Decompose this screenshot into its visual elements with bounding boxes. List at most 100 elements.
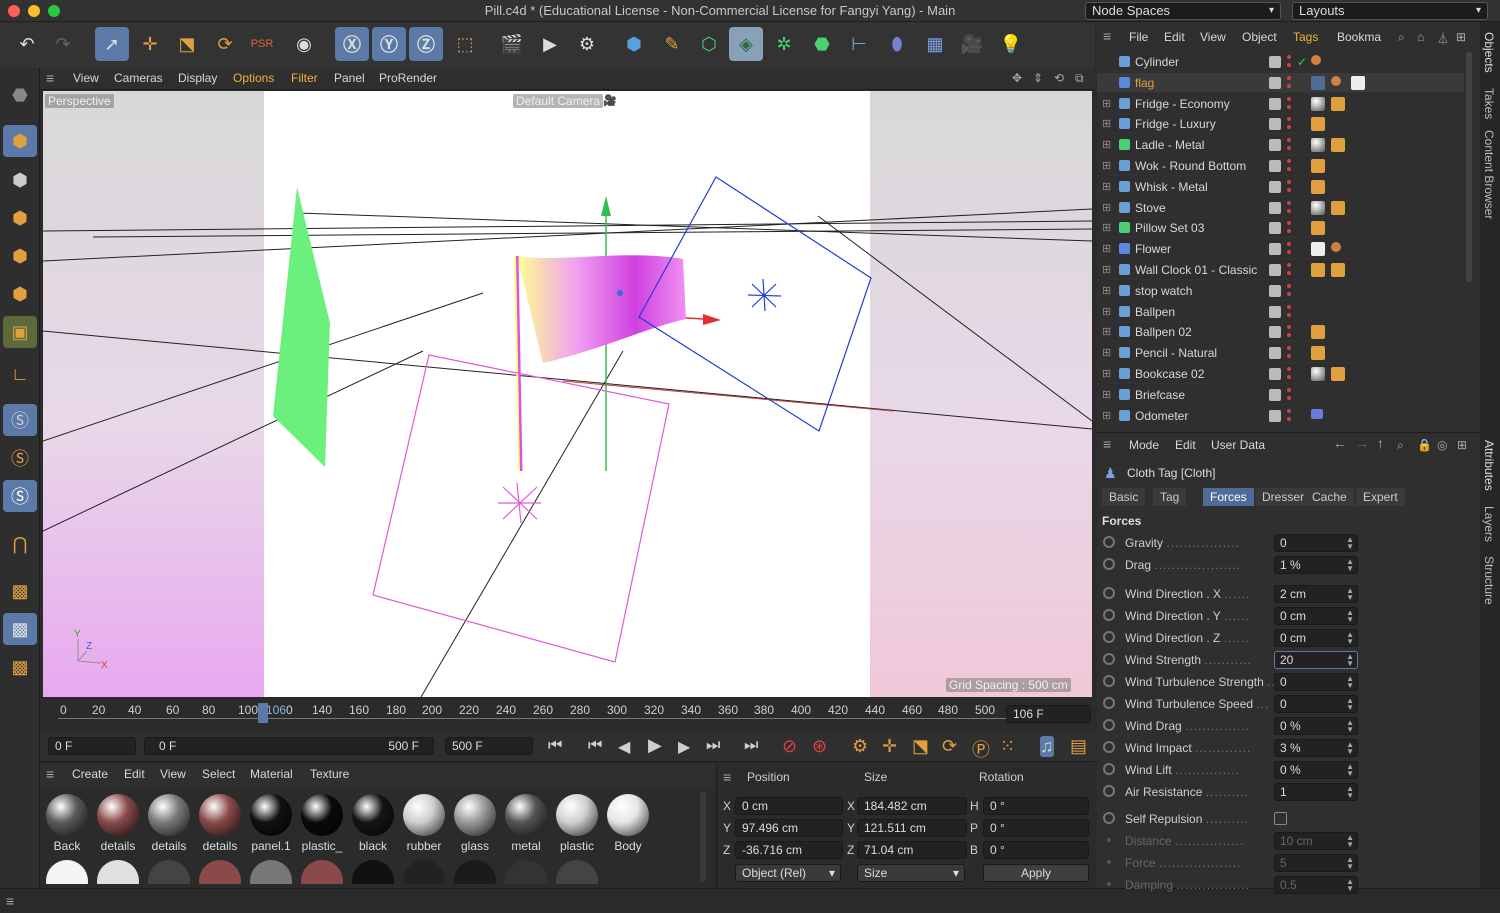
settings-icon[interactable]: ◎ — [1437, 438, 1447, 452]
spinner-arrows-icon[interactable]: ▲ ▼ — [1346, 609, 1354, 624]
record-icon[interactable]: ⊘ — [782, 736, 797, 757]
view-name-label[interactable]: Perspective — [45, 94, 114, 108]
3d-viewport[interactable]: X Y Z Perspective Default Camera 🎥 Grid … — [43, 91, 1092, 697]
side-tab-takes[interactable]: Takes — [1482, 88, 1496, 119]
hamburger-icon[interactable]: ≡ — [723, 769, 731, 785]
visibility-toggle[interactable] — [1269, 201, 1281, 214]
visibility-toggle[interactable] — [1269, 368, 1281, 380]
rotation-field[interactable]: 0 ° — [983, 819, 1089, 837]
z-axis-icon[interactable]: Ⓩ — [409, 27, 443, 61]
position-field[interactable]: -36.716 cm — [735, 841, 843, 859]
object-row[interactable]: ⊞ stop watch — [1097, 281, 1464, 301]
spinner-arrows-icon[interactable]: ▲ ▼ — [1346, 675, 1354, 690]
coordinate-mode-dropdown[interactable]: Object (Rel) ▾ — [735, 864, 841, 882]
object-row[interactable]: ⊞ Whisk - Metal — [1097, 177, 1464, 197]
side-tab-attributes[interactable]: Attributes — [1482, 440, 1496, 491]
render-visibility-dot[interactable] — [1287, 333, 1291, 338]
object-row[interactable]: Cylinder ✓ — [1097, 52, 1464, 72]
material-item[interactable]: rubber — [401, 792, 447, 854]
object-row[interactable]: ⊞ Pencil - Natural — [1097, 343, 1464, 364]
redo-icon[interactable]: ↷ — [46, 27, 80, 61]
animate-toggle-icon[interactable] — [1103, 812, 1115, 824]
editor-visibility-dot[interactable] — [1287, 263, 1291, 267]
visibility-toggle[interactable] — [1269, 160, 1281, 172]
visibility-toggle[interactable] — [1269, 180, 1281, 193]
object-row[interactable]: ⊞ Ladle - Metal — [1097, 135, 1464, 156]
lock-icon[interactable]: 🔒 — [1417, 438, 1432, 452]
uv-mode-icon[interactable]: ▣ — [3, 316, 37, 348]
expand-icon[interactable]: ⊞ — [1102, 221, 1111, 234]
material-menu-texture[interactable]: Texture — [310, 767, 349, 781]
object-row[interactable]: ⊞ Pillow Set 03 — [1097, 218, 1464, 239]
side-tab-layers[interactable]: Layers — [1482, 506, 1496, 542]
spinner-arrows-icon[interactable]: ▲ ▼ — [1346, 558, 1354, 573]
object-menu-view[interactable]: View — [1200, 30, 1226, 44]
attribute-value-field[interactable]: 0 cm ▲ ▼ — [1274, 607, 1358, 625]
expand-icon[interactable]: ⊞ — [1102, 138, 1111, 151]
start-frame-field[interactable]: 0 F — [48, 737, 136, 755]
position-field[interactable]: 97.496 cm — [735, 819, 843, 837]
polygons-mode-icon[interactable]: ⬢ — [3, 278, 37, 310]
visibility-toggle[interactable] — [1269, 97, 1281, 110]
edges-mode-icon[interactable]: ⬢ — [3, 240, 37, 272]
render-picture-icon[interactable]: ▶ — [533, 27, 567, 61]
attribute-value-field[interactable]: 1 ▲ ▼ — [1274, 783, 1358, 801]
editor-visibility-dot[interactable] — [1287, 221, 1291, 226]
size-field[interactable]: 71.04 cm — [857, 841, 967, 859]
object-menu-bookmarks[interactable]: Bookma — [1337, 30, 1381, 44]
expand-icon[interactable]: ⊞ — [1102, 325, 1111, 338]
editor-visibility-dot[interactable] — [1287, 387, 1291, 392]
editor-visibility-dot[interactable] — [1287, 304, 1291, 309]
side-tab-content-browser[interactable]: Content Browser — [1482, 130, 1496, 219]
planar-workplane-icon[interactable]: ▩ — [3, 651, 37, 683]
pan-view-icon[interactable]: ✥ — [1012, 71, 1022, 85]
next-frame-icon[interactable]: ▶ — [678, 737, 690, 757]
home-icon[interactable]: ⌂ — [1417, 30, 1424, 44]
minimize-window-button[interactable] — [28, 5, 40, 17]
hamburger-icon[interactable]: ≡ — [1103, 436, 1111, 452]
model-mode-icon[interactable]: ⬢ — [3, 125, 37, 157]
spinner-arrows-icon[interactable]: ▲ ▼ — [1346, 536, 1354, 551]
select-tool-icon[interactable]: ➚ — [95, 27, 129, 61]
render-visibility-dot[interactable] — [1287, 416, 1291, 421]
spinner-arrows-icon[interactable]: ▲ ▼ — [1346, 719, 1354, 734]
spinner-arrows-icon[interactable]: ▲ ▼ — [1346, 741, 1354, 756]
animate-toggle-icon[interactable] — [1103, 653, 1115, 665]
camera-icon[interactable]: 🎥 — [603, 94, 617, 107]
material-item[interactable]: Back — [44, 792, 90, 854]
material-menu-edit[interactable]: Edit — [124, 767, 145, 781]
editor-visibility-dot[interactable] — [1287, 325, 1291, 330]
attribute-value-field[interactable]: 1 % ▲ ▼ — [1274, 556, 1358, 574]
attribute-value-field[interactable]: 0 ▲ ▼ — [1274, 673, 1358, 691]
y-axis-icon[interactable]: Ⓨ — [372, 27, 406, 61]
material-item[interactable]: Body — [605, 792, 651, 854]
workplane-icon[interactable]: ▩ — [3, 575, 37, 607]
material-item[interactable]: details — [146, 792, 192, 854]
editor-visibility-dot[interactable] — [1287, 408, 1291, 413]
parameter-key-icon[interactable]: Ⓟ — [972, 736, 990, 762]
undo-icon[interactable]: ↶ — [10, 27, 44, 61]
lock-workplane-icon[interactable]: ▩ — [3, 613, 37, 645]
timeline[interactable]: 0 20 40 60 80 100 106 0 140 160 180 200 … — [40, 700, 1095, 730]
expand-icon[interactable]: ⊞ — [1102, 367, 1111, 380]
hamburger-icon[interactable]: ≡ — [1103, 28, 1111, 44]
material-item[interactable]: plastic — [554, 792, 600, 854]
hamburger-icon[interactable]: ≡ — [46, 70, 54, 86]
animate-toggle-icon[interactable] — [1103, 536, 1115, 548]
material-item[interactable]: details — [95, 792, 141, 854]
joint-icon[interactable]: ⊢ — [842, 27, 876, 61]
expand-icon[interactable]: ⊞ — [1102, 409, 1111, 422]
rotation-field[interactable]: 0 ° — [983, 797, 1089, 815]
attribute-menu-mode[interactable]: Mode — [1129, 438, 1159, 452]
viewport-menu-display[interactable]: Display — [178, 71, 217, 85]
psr-icon[interactable]: PSR — [245, 27, 279, 61]
points-mode-icon[interactable]: ⬢ — [3, 202, 37, 234]
editor-visibility-dot[interactable] — [1287, 75, 1291, 80]
deformer-icon[interactable]: ◈ — [729, 27, 763, 61]
render-visibility-dot[interactable] — [1287, 229, 1291, 234]
render-visibility-dot[interactable] — [1287, 125, 1291, 130]
previous-frame-icon[interactable]: ◀ — [618, 737, 630, 757]
render-visibility-dot[interactable] — [1287, 375, 1291, 379]
editor-visibility-dot[interactable] — [1287, 367, 1291, 371]
size-field[interactable]: 184.482 cm — [857, 797, 967, 815]
